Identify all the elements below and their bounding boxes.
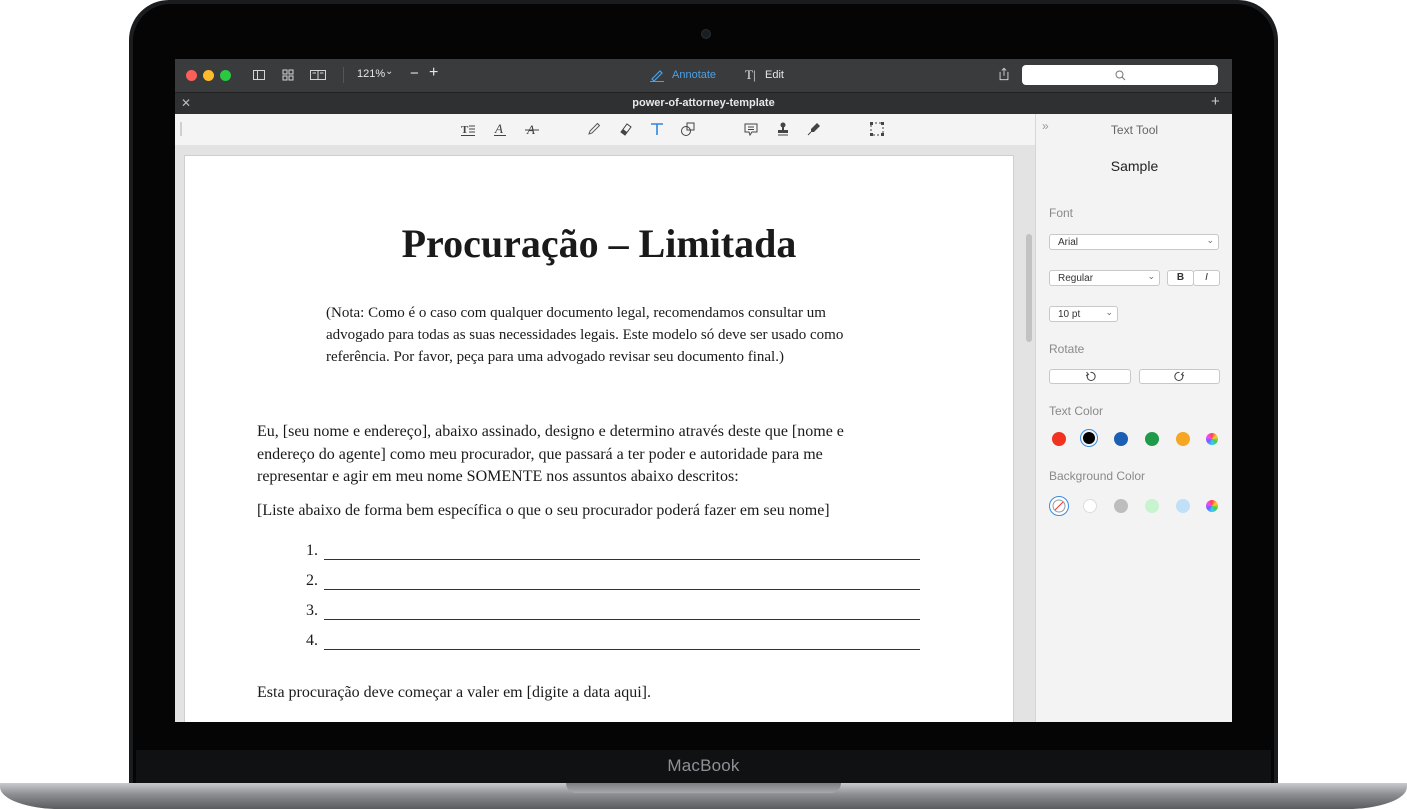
paragraph-line: representar e agir em meu nome SOMENTE n… bbox=[257, 468, 739, 485]
zoom-level[interactable]: 121% bbox=[357, 68, 385, 80]
document-note: (Nota: Como é o caso com qualquer docume… bbox=[326, 302, 843, 368]
list-number: 4. bbox=[306, 632, 318, 649]
app-window: 121% ⌄ − + Annotate T| Edit ✕ power-of-a… bbox=[175, 59, 1232, 722]
document-start-date: Esta procuração deve começar a valer em … bbox=[257, 684, 652, 701]
document-scrollbar[interactable] bbox=[1026, 234, 1032, 342]
font-family-value: Arial bbox=[1058, 237, 1079, 248]
zoom-chevron-down-icon[interactable]: ⌄ bbox=[385, 66, 393, 77]
tab-title[interactable]: power-of-attorney-template bbox=[175, 97, 1232, 109]
annotate-pen-icon bbox=[650, 70, 664, 82]
no-fill-icon bbox=[1052, 499, 1066, 513]
text-color-blue[interactable] bbox=[1114, 432, 1128, 446]
text-tool-icon[interactable] bbox=[649, 121, 665, 137]
paragraph-line: endereço do agente] como meu procurador,… bbox=[257, 445, 823, 463]
document-instruction: [Liste abaixo de forma bem específica o … bbox=[257, 502, 830, 519]
annotate-label: Annotate bbox=[672, 69, 717, 81]
font-label: Font bbox=[1049, 206, 1074, 220]
toolbar-divider bbox=[343, 67, 344, 83]
bold-button[interactable]: B bbox=[1167, 270, 1194, 286]
svg-text:A: A bbox=[494, 121, 503, 136]
list-number: 3. bbox=[306, 602, 318, 619]
selection-icon[interactable] bbox=[869, 121, 885, 137]
background-color-label: Background Color bbox=[1049, 469, 1146, 483]
rotate-label: Rotate bbox=[1049, 342, 1085, 356]
close-window-button[interactable] bbox=[186, 70, 197, 81]
strikethrough-icon[interactable]: A bbox=[524, 121, 540, 137]
blank-line bbox=[324, 619, 920, 620]
font-style-value: Regular bbox=[1058, 273, 1094, 284]
search-input[interactable] bbox=[1022, 65, 1218, 85]
text-color-orange[interactable] bbox=[1176, 432, 1190, 446]
note-line: referência. Por favor, peça para uma adv… bbox=[326, 349, 784, 365]
blank-line bbox=[324, 589, 920, 590]
zoom-out-icon[interactable]: − bbox=[410, 65, 419, 82]
underline-icon[interactable]: A bbox=[492, 121, 508, 137]
document-page[interactable]: Procuração – Limitada (Nota: Como é o ca… bbox=[184, 155, 1014, 722]
note-line: advogado para todas as suas necessidades… bbox=[326, 327, 844, 343]
chevron-down-icon: ⌄ bbox=[1147, 271, 1155, 281]
rotate-right-icon bbox=[1174, 371, 1185, 381]
text-tool-panel: » Text Tool Sample Font Arial ⌄ Regular … bbox=[1035, 114, 1232, 722]
chevron-down-icon: ⌄ bbox=[1105, 307, 1113, 317]
background-color-white[interactable] bbox=[1083, 499, 1097, 513]
panel-title: Text Tool bbox=[1110, 123, 1159, 137]
share-icon[interactable] bbox=[997, 67, 1011, 81]
document-title: Procuração – Limitada bbox=[401, 221, 797, 266]
paragraph-line: Eu, [seu nome e endereço], abaixo assina… bbox=[257, 423, 844, 440]
main-toolbar: 121% ⌄ − + Annotate T| Edit bbox=[175, 59, 1232, 92]
annotation-toolbar: T A A bbox=[175, 114, 1035, 146]
eraser-icon[interactable] bbox=[618, 121, 634, 137]
svg-text:T: T bbox=[461, 124, 469, 136]
rotate-left-button[interactable] bbox=[1049, 369, 1131, 384]
note-icon[interactable] bbox=[743, 121, 759, 137]
edit-label: Edit bbox=[765, 69, 784, 81]
color-picker-icon[interactable] bbox=[1206, 433, 1218, 445]
rotate-left-icon bbox=[1085, 371, 1096, 381]
new-tab-icon[interactable]: + bbox=[1211, 93, 1220, 110]
font-size-select[interactable]: 10 pt ⌄ bbox=[1049, 306, 1118, 322]
zoom-in-icon[interactable]: + bbox=[429, 64, 438, 82]
list-number: 1. bbox=[306, 542, 318, 559]
font-family-select[interactable]: Arial ⌄ bbox=[1049, 234, 1219, 250]
rotate-right-button[interactable] bbox=[1139, 369, 1220, 384]
no-fill-selected[interactable] bbox=[1049, 496, 1069, 516]
grid-view-icon[interactable] bbox=[281, 68, 295, 82]
two-page-view-icon[interactable] bbox=[309, 68, 327, 82]
font-style-select[interactable]: Regular ⌄ bbox=[1049, 270, 1160, 286]
text-color-green[interactable] bbox=[1145, 432, 1159, 446]
tab-bar: ✕ power-of-attorney-template + bbox=[175, 92, 1232, 114]
text-box-icon[interactable]: T bbox=[460, 121, 476, 137]
stamp-icon[interactable] bbox=[775, 121, 791, 137]
list-number: 2. bbox=[306, 572, 318, 589]
italic-button[interactable]: I bbox=[1193, 270, 1220, 286]
text-color-label: Text Color bbox=[1049, 404, 1104, 418]
signature-icon[interactable] bbox=[806, 121, 822, 137]
camera-icon bbox=[701, 29, 711, 39]
document-paragraph: Eu, [seu nome e endereço], abaixo assina… bbox=[257, 421, 844, 489]
blank-line bbox=[324, 559, 920, 560]
fullscreen-window-button[interactable] bbox=[220, 70, 231, 81]
chevron-down-icon: ⌄ bbox=[1206, 235, 1214, 245]
shapes-icon[interactable] bbox=[680, 121, 696, 137]
laptop-brand: MacBook bbox=[667, 756, 740, 775]
blank-line bbox=[324, 649, 920, 650]
toolbar-grip bbox=[180, 122, 182, 136]
text-color-black[interactable] bbox=[1083, 432, 1095, 444]
note-line: (Nota: Como é o caso com qualquer docume… bbox=[326, 305, 826, 321]
background-color-light-green[interactable] bbox=[1145, 499, 1159, 513]
background-color-gray[interactable] bbox=[1114, 499, 1128, 513]
search-icon bbox=[1115, 70, 1126, 81]
sidebar-icon[interactable] bbox=[252, 68, 266, 82]
minimize-window-button[interactable] bbox=[203, 70, 214, 81]
edit-text-icon: T| bbox=[745, 67, 756, 82]
pencil-icon[interactable] bbox=[586, 121, 602, 137]
font-size-value: 10 pt bbox=[1058, 309, 1081, 320]
background-color-picker-icon[interactable] bbox=[1206, 500, 1218, 512]
text-color-red[interactable] bbox=[1052, 432, 1066, 446]
background-color-light-blue[interactable] bbox=[1176, 499, 1190, 513]
laptop-notch bbox=[566, 783, 841, 793]
font-sample: Sample bbox=[1110, 158, 1159, 174]
